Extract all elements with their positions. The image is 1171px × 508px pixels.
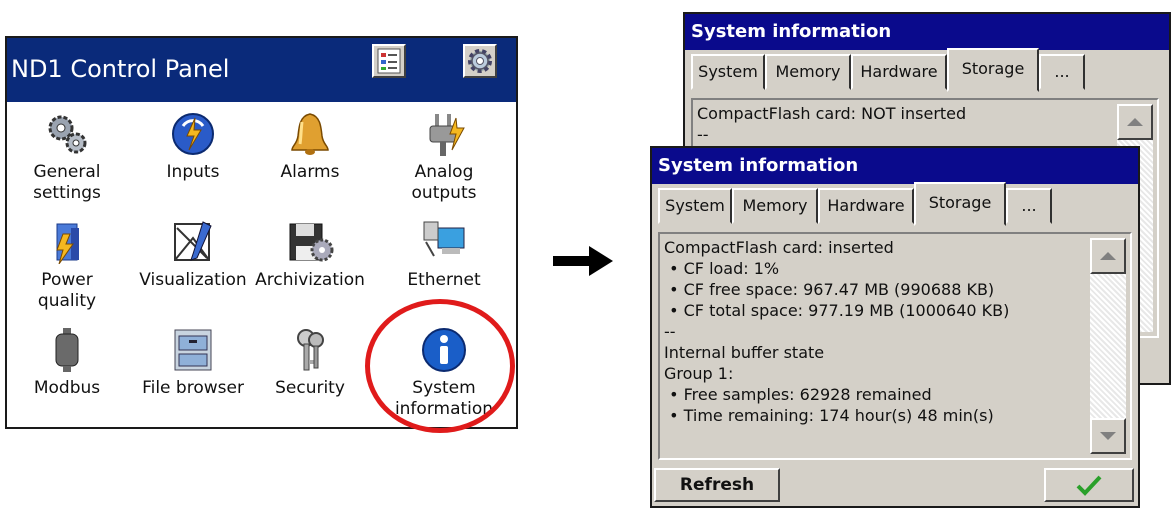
archivization-item[interactable]: Archivization bbox=[250, 220, 370, 291]
scrollbar[interactable] bbox=[1090, 238, 1126, 454]
tab-storage[interactable]: Storage bbox=[947, 48, 1039, 92]
modbus-label: Modbus bbox=[33, 378, 101, 398]
settings-button[interactable] bbox=[463, 44, 497, 78]
storage-info-text: CompactFlash card: inserted • CF load: 1… bbox=[664, 237, 1009, 426]
inputs-item[interactable]: Inputs bbox=[133, 112, 253, 183]
visualization-icon bbox=[174, 221, 212, 261]
storage-info-text: CompactFlash card: NOT inserted -- bbox=[697, 103, 966, 145]
gear-icon bbox=[468, 49, 492, 73]
security-item[interactable]: Security bbox=[250, 328, 370, 399]
scroll-up-button[interactable] bbox=[1090, 238, 1126, 274]
power-quality-item[interactable]: Power quality bbox=[7, 220, 127, 312]
inputs-icon bbox=[172, 113, 214, 155]
tab-system[interactable]: System bbox=[691, 54, 765, 90]
window-title: System information bbox=[685, 14, 1169, 50]
plug-icon bbox=[429, 114, 465, 156]
analog-outputs-item[interactable]: Analog outputs bbox=[384, 112, 504, 204]
tab-memory[interactable]: Memory bbox=[765, 54, 851, 90]
info-line: CompactFlash card: NOT inserted bbox=[697, 104, 967, 123]
info-line: Group 1: bbox=[664, 364, 734, 383]
highlight-circle bbox=[365, 299, 515, 433]
ethernet-label: Ethernet bbox=[407, 270, 481, 290]
info-line: CompactFlash card: inserted bbox=[664, 238, 894, 257]
alarms-label: Alarms bbox=[280, 162, 340, 182]
info-line: • CF total space: 977.19 MB (1000640 KB) bbox=[664, 301, 1010, 320]
info-line: • CF free space: 967.47 MB (990688 KB) bbox=[664, 280, 995, 299]
triangle-up-icon bbox=[1127, 118, 1143, 126]
triangle-down-icon bbox=[1100, 432, 1116, 440]
power-quality-label-1: Power bbox=[41, 270, 93, 290]
control-panel-title: ND1 Control Panel bbox=[11, 55, 230, 83]
general-settings-label-2: settings bbox=[33, 183, 101, 203]
modbus-icon bbox=[55, 328, 79, 372]
file-browser-label: File browser bbox=[142, 378, 244, 398]
storage-info-panel: CompactFlash card: inserted • CF load: 1… bbox=[658, 232, 1132, 460]
scroll-up-button[interactable] bbox=[1117, 104, 1153, 140]
security-label: Security bbox=[275, 378, 345, 398]
tab-more[interactable]: ... bbox=[1006, 188, 1052, 224]
bell-icon bbox=[291, 113, 329, 155]
floppy-gear-icon bbox=[289, 223, 334, 262]
info-line: Internal buffer state bbox=[664, 343, 825, 362]
visualization-label: Visualization bbox=[139, 270, 247, 290]
right-arrow-icon bbox=[553, 246, 613, 276]
refresh-button[interactable]: Refresh bbox=[654, 468, 780, 502]
scroll-down-button[interactable] bbox=[1090, 418, 1126, 454]
network-icon bbox=[423, 221, 465, 257]
archivization-label: Archivization bbox=[255, 270, 365, 290]
info-line: • CF load: 1% bbox=[664, 259, 780, 278]
analog-outputs-label-1: Analog bbox=[414, 162, 474, 182]
keys-icon bbox=[297, 329, 324, 371]
list-icon bbox=[377, 48, 401, 74]
tab-memory[interactable]: Memory bbox=[732, 188, 818, 224]
file-browser-item[interactable]: File browser bbox=[133, 328, 253, 399]
analog-outputs-label-2: outputs bbox=[411, 183, 477, 203]
info-line: • Time remaining: 174 hour(s) 48 min(s) bbox=[664, 406, 994, 425]
power-quality-icon bbox=[56, 223, 79, 264]
tab-system[interactable]: System bbox=[658, 188, 732, 224]
file-cabinet-icon bbox=[174, 329, 212, 371]
tab-hardware[interactable]: Hardware bbox=[818, 188, 914, 224]
tab-hardware[interactable]: Hardware bbox=[851, 54, 947, 90]
checkmark-icon bbox=[1076, 475, 1102, 496]
power-quality-label-2: quality bbox=[37, 291, 97, 311]
visualization-item[interactable]: Visualization bbox=[133, 220, 253, 291]
list-view-button[interactable] bbox=[372, 44, 406, 78]
info-line: -- bbox=[697, 125, 709, 144]
system-information-window-front: System information System Memory Hardwar… bbox=[650, 146, 1140, 508]
tab-storage[interactable]: Storage bbox=[914, 182, 1006, 226]
info-line: • Free samples: 62928 remained bbox=[664, 385, 932, 404]
control-panel-title-bar: ND1 Control Panel bbox=[7, 38, 516, 102]
window-title: System information bbox=[652, 148, 1138, 184]
ethernet-item[interactable]: Ethernet bbox=[384, 220, 504, 291]
modbus-item[interactable]: Modbus bbox=[7, 328, 127, 399]
gears-icon bbox=[48, 115, 87, 154]
info-line: -- bbox=[664, 322, 676, 341]
ok-button[interactable] bbox=[1044, 468, 1134, 502]
tab-more[interactable]: ... bbox=[1039, 54, 1085, 90]
alarms-item[interactable]: Alarms bbox=[250, 112, 370, 183]
general-settings-label-1: General bbox=[33, 162, 101, 182]
triangle-up-icon bbox=[1100, 252, 1116, 260]
general-settings-item[interactable]: General settings bbox=[7, 112, 127, 204]
inputs-label: Inputs bbox=[166, 162, 220, 182]
